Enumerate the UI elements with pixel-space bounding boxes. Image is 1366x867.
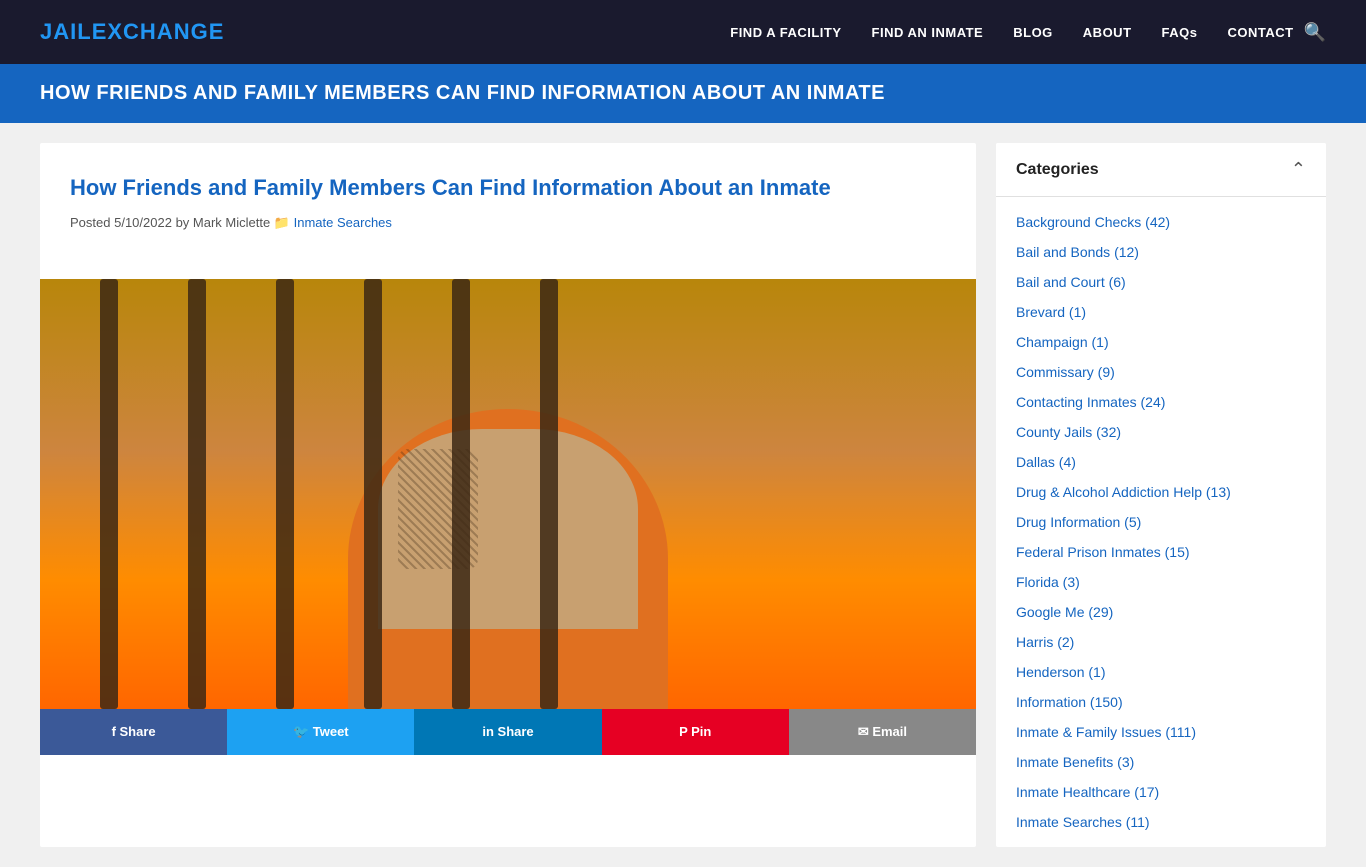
nav-link-contact[interactable]: CONTACT xyxy=(1227,25,1293,40)
category-link[interactable]: Drug Information (5) xyxy=(1016,514,1141,530)
category-item: Contacting Inmates (24) xyxy=(996,387,1326,417)
category-item: Harris (2) xyxy=(996,627,1326,657)
bar xyxy=(188,279,206,709)
category-item: Inmate Benefits (3) xyxy=(996,747,1326,777)
category-item: County Jails (32) xyxy=(996,417,1326,447)
category-item: Drug & Alcohol Addiction Help (13) xyxy=(996,477,1326,507)
categories-widget: Categories ⌃ Background Checks (42) Bail … xyxy=(996,143,1326,847)
category-item: Inmate Searches (11) xyxy=(996,807,1326,837)
category-link[interactable]: Brevard (1) xyxy=(1016,304,1086,320)
social-btn-twitter[interactable]: 🐦 Tweet xyxy=(227,709,414,755)
category-item: Champaign (1) xyxy=(996,327,1326,357)
category-link[interactable]: Commissary (9) xyxy=(1016,364,1115,380)
nav-link-find-inmate[interactable]: FIND AN INMATE xyxy=(872,25,984,40)
category-item: Brevard (1) xyxy=(996,297,1326,327)
article-area: How Friends and Family Members Can Find … xyxy=(40,143,976,847)
page-title-banner: HOW FRIENDS AND FAMILY MEMBERS CAN FIND … xyxy=(0,64,1366,123)
chevron-up-icon[interactable]: ⌃ xyxy=(1291,159,1306,180)
category-link[interactable]: Henderson (1) xyxy=(1016,664,1106,680)
category-item: Commissary (9) xyxy=(996,357,1326,387)
logo-part2: EXCHANGE xyxy=(92,19,225,44)
main-container: How Friends and Family Members Can Find … xyxy=(0,123,1366,867)
category-item: Google Me (29) xyxy=(996,597,1326,627)
category-link[interactable]: Google Me (29) xyxy=(1016,604,1113,620)
categories-header: Categories ⌃ xyxy=(996,143,1326,197)
site-logo[interactable]: JAILEXCHANGE xyxy=(40,19,224,45)
article-title: How Friends and Family Members Can Find … xyxy=(70,173,946,203)
category-item: Background Checks (42) xyxy=(996,207,1326,237)
category-item: Florida (3) xyxy=(996,567,1326,597)
logo-part1: JAIL xyxy=(40,19,92,44)
category-list: Background Checks (42) Bail and Bonds (12… xyxy=(996,197,1326,847)
nav-link-faqs[interactable]: FAQs xyxy=(1162,25,1198,40)
social-btn-email[interactable]: ✉ Email xyxy=(789,709,976,755)
nav-link-about[interactable]: ABOUT xyxy=(1083,25,1132,40)
category-item: Drug Information (5) xyxy=(996,507,1326,537)
category-link[interactable]: Inmate Healthcare (17) xyxy=(1016,784,1159,800)
category-link[interactable]: Drug & Alcohol Addiction Help (13) xyxy=(1016,484,1231,500)
category-link[interactable]: Champaign (1) xyxy=(1016,334,1109,350)
meta-date: 5/10/2022 xyxy=(114,215,172,230)
category-item: Henderson (1) xyxy=(996,657,1326,687)
article-inner: How Friends and Family Members Can Find … xyxy=(40,143,976,279)
category-item: Bail and Bonds (12) xyxy=(996,237,1326,267)
categories-title: Categories xyxy=(1016,161,1099,179)
category-item: Dallas (4) xyxy=(996,447,1326,477)
social-btn-facebook[interactable]: f Share xyxy=(40,709,227,755)
nav-link-blog[interactable]: BLOG xyxy=(1013,25,1053,40)
category-link[interactable]: Federal Prison Inmates (15) xyxy=(1016,544,1190,560)
meta-posted: Posted xyxy=(70,215,110,230)
category-link[interactable]: Inmate Searches (11) xyxy=(1016,814,1150,830)
category-link[interactable]: Dallas (4) xyxy=(1016,454,1076,470)
meta-category-link[interactable]: Inmate Searches xyxy=(294,215,392,230)
nav-link-find-facility[interactable]: FIND A FACILITY xyxy=(730,25,841,40)
category-item: Information (150) xyxy=(996,687,1326,717)
sidebar: Categories ⌃ Background Checks (42) Bail … xyxy=(996,143,1326,847)
category-item: Inmate & Family Issues (111) xyxy=(996,717,1326,747)
bar xyxy=(100,279,118,709)
social-btn-linkedin[interactable]: in Share xyxy=(414,709,601,755)
category-link[interactable]: Florida (3) xyxy=(1016,574,1080,590)
bar xyxy=(276,279,294,709)
category-link[interactable]: County Jails (32) xyxy=(1016,424,1121,440)
main-nav: JAILEXCHANGE FIND A FACILITY FIND AN INMA… xyxy=(0,0,1366,64)
category-link[interactable]: Bail and Bonds (12) xyxy=(1016,244,1139,260)
meta-by: by Mark Miclette xyxy=(176,215,271,230)
category-link[interactable]: Information (150) xyxy=(1016,694,1123,710)
social-share-bar: f Share🐦 Tweetin ShareP Pin✉ Email xyxy=(40,709,976,755)
category-item: Inmate Healthcare (17) xyxy=(996,777,1326,807)
inmate-visual xyxy=(40,279,976,709)
category-link[interactable]: Background Checks (42) xyxy=(1016,214,1170,230)
category-link[interactable]: Inmate & Family Issues (111) xyxy=(1016,724,1196,740)
category-item: Bail and Court (6) xyxy=(996,267,1326,297)
article-meta: Posted 5/10/2022 by Mark Miclette 📁 Inma… xyxy=(70,215,946,231)
category-link[interactable]: Harris (2) xyxy=(1016,634,1074,650)
search-icon[interactable]: 🔍 xyxy=(1304,22,1326,43)
page-title: HOW FRIENDS AND FAMILY MEMBERS CAN FIND … xyxy=(40,82,1326,105)
article-image xyxy=(40,279,976,709)
category-link[interactable]: Contacting Inmates (24) xyxy=(1016,394,1165,410)
category-link[interactable]: Bail and Court (6) xyxy=(1016,274,1126,290)
category-item: Federal Prison Inmates (15) xyxy=(996,537,1326,567)
nav-links: FIND A FACILITY FIND AN INMATE BLOG ABOUT FA… xyxy=(730,24,1293,40)
social-btn-pinterest[interactable]: P Pin xyxy=(602,709,789,755)
arms-area xyxy=(378,429,638,629)
